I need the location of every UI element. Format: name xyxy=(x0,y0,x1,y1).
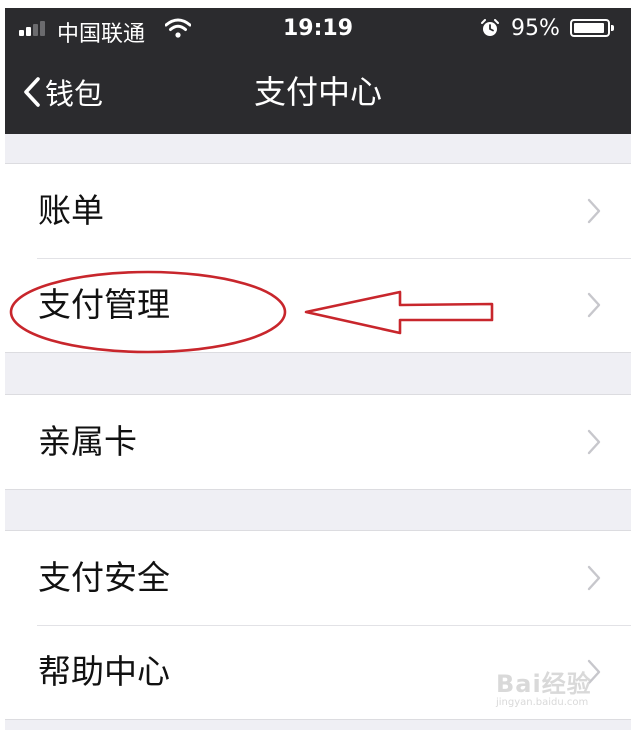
phone-screen: 中国联通 19:19 95% 钱包 支付中心 账单 支付管理 亲属卡 支付安全 … xyxy=(5,8,631,730)
list-item-label: 支付管理 xyxy=(38,285,170,324)
status-bar: 中国联通 19:19 95% xyxy=(5,8,631,48)
chevron-right-icon xyxy=(587,292,601,318)
list-item-label: 支付安全 xyxy=(38,558,170,597)
list-group-billing: 账单 支付管理 xyxy=(5,163,631,353)
watermark-url: jingyan.baidu.com xyxy=(496,697,589,708)
chevron-right-icon xyxy=(587,198,601,224)
list-item-label: 亲属卡 xyxy=(38,422,137,461)
watermark-logo: Bai经验 xyxy=(496,670,592,698)
chevron-right-icon xyxy=(587,565,601,591)
list-group-family-card: 亲属卡 xyxy=(5,394,631,490)
battery-level-fill xyxy=(574,23,605,33)
list-item-label: 帮助中心 xyxy=(38,652,170,691)
list-item-payment-management[interactable]: 支付管理 xyxy=(5,258,631,352)
watermark: Bai经验 jingyan.baidu.com xyxy=(496,664,620,708)
alarm-clock-icon xyxy=(481,19,499,36)
list-item-label: 账单 xyxy=(38,191,104,230)
battery-percentage: 95% xyxy=(511,16,560,41)
chevron-right-icon xyxy=(587,429,601,455)
list-item-family-card[interactable]: 亲属卡 xyxy=(5,395,631,489)
top-bar: 中国联通 19:19 95% 钱包 支付中心 xyxy=(5,8,631,134)
battery-icon xyxy=(570,19,614,37)
page-title: 支付中心 xyxy=(253,73,382,111)
list-item-payment-security[interactable]: 支付安全 xyxy=(5,531,631,625)
list-item-bill[interactable]: 账单 xyxy=(5,164,631,258)
